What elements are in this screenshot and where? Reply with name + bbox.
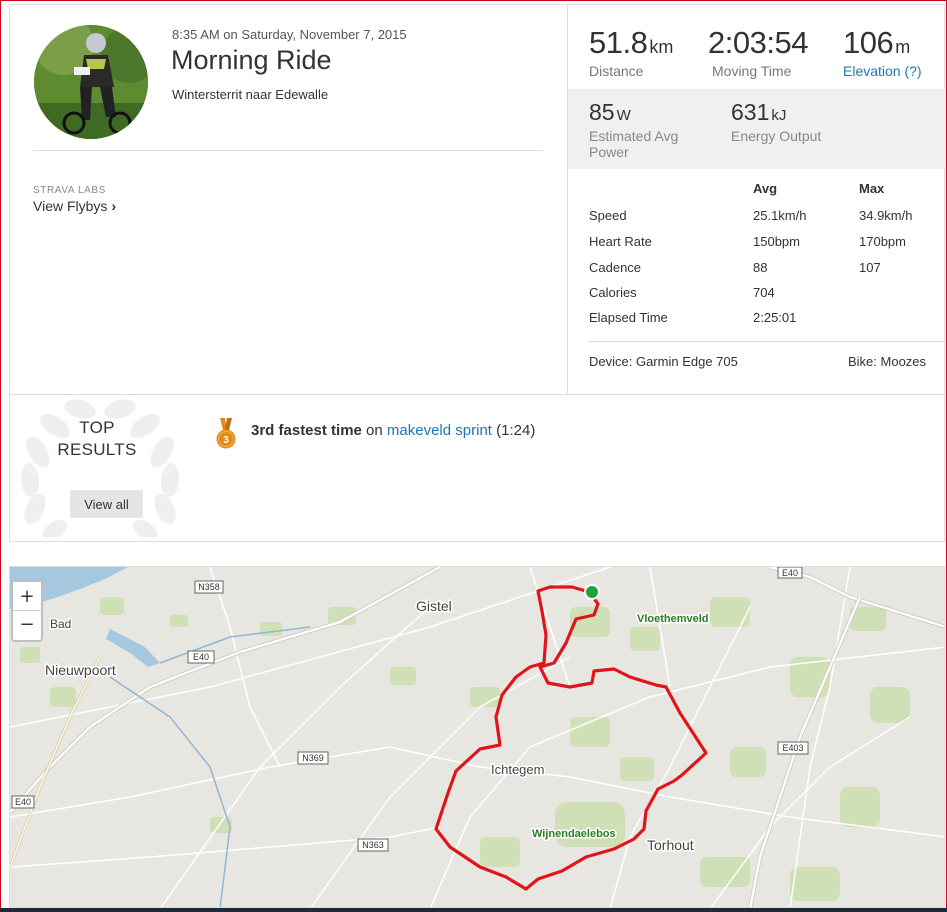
secondary-stats: 85 W Estimated Avg Power 631 kJ Energy Out… (568, 89, 946, 169)
power-unit: W (616, 107, 631, 124)
achievement-on-text: on (366, 422, 383, 439)
distance-label: Distance (589, 63, 644, 79)
forest-label: Vloethemveld (637, 613, 709, 625)
road-label: N369 (302, 753, 324, 763)
map-canvas[interactable]: N358 E40 E40 E40 N369 N363 E403 Gistel N… (10, 567, 945, 908)
device-divider (588, 341, 944, 342)
energy-value: 631 (731, 99, 770, 125)
header-divider (33, 150, 543, 151)
road-label: E40 (15, 797, 31, 807)
power-label: Estimated Avg Power (589, 128, 679, 160)
row-max: 34.9km/h (859, 208, 913, 223)
primary-stats: 51.8 km Distance 2:03:54 Moving Time 106 m… (568, 5, 946, 89)
top-results-title-line2: RESULTS (57, 440, 137, 459)
moving-time-value: 2:03:54 (708, 25, 808, 60)
row-avg: 88 (753, 260, 768, 275)
avg-column-header: Avg (753, 181, 778, 196)
road-label: N363 (362, 840, 384, 850)
table-row: Cadence 88 107 (589, 260, 939, 280)
road-label: E403 (782, 743, 803, 753)
zoom-out-button[interactable]: − (13, 610, 41, 638)
elevation-stat: 106 m Elevation (?) (843, 25, 922, 79)
row-label: Cadence (589, 260, 642, 275)
achievement-line: 3rd fastest time on makeveld sprint (1:2… (251, 422, 535, 439)
top-results-title: TOP RESULTS (44, 417, 150, 461)
chevron-right-icon: › (111, 198, 117, 214)
elevation-value: 106 (843, 25, 894, 60)
distance-stat: 51.8 km Distance (589, 25, 673, 79)
row-label: Calories (589, 285, 637, 300)
table-row: Speed 25.1km/h 34.9km/h (589, 208, 939, 228)
view-flybys-link[interactable]: View Flybys › (33, 198, 116, 214)
energy-label: Energy Output (731, 128, 822, 144)
bronze-medal-icon: 3 (216, 418, 236, 449)
road-label: E40 (782, 568, 798, 578)
table-row: Calories 704 (589, 285, 939, 305)
road-label: N358 (198, 582, 220, 592)
place-label: Bad (50, 617, 71, 631)
zoom-in-button[interactable]: + (13, 582, 41, 610)
road-label: E40 (193, 652, 209, 662)
elevation-help-link[interactable]: Elevation (?) (843, 63, 922, 79)
elevation-unit: m (895, 37, 911, 57)
max-column-header: Max (859, 181, 885, 196)
energy-stat: 631 kJ Energy Output (731, 99, 821, 144)
activity-title: Morning Ride (171, 45, 332, 75)
achievement-rank-text: 3rd fastest time (251, 422, 362, 439)
table-row: Elapsed Time 2:25:01 (589, 310, 939, 330)
device-info: Device: Garmin Edge 705 (589, 354, 738, 369)
moving-time-label: Moving Time (712, 63, 792, 79)
place-label: Ichtegem (491, 762, 544, 777)
power-value: 85 (589, 99, 615, 125)
zoom-control: + − (11, 580, 43, 642)
view-flybys-label: View Flybys (33, 198, 108, 214)
bottom-bar (0, 908, 947, 912)
power-stat: 85 W Estimated Avg Power (589, 99, 689, 160)
moving-time-stat: 2:03:54 Moving Time (708, 25, 808, 79)
place-label: Torhout (647, 837, 694, 853)
segment-time: (1:24) (496, 422, 536, 439)
row-max: 170bpm (859, 234, 906, 249)
distance-unit: km (649, 37, 674, 57)
energy-unit: kJ (771, 107, 787, 124)
bike-info: Bike: Moozes (848, 354, 927, 369)
strava-labs-kicker: STRAVA LABS (33, 185, 106, 196)
forest-label: Wijnendaelebos (532, 828, 616, 840)
row-avg: 150bpm (753, 234, 800, 249)
row-label: Speed (589, 208, 627, 223)
stats-panel: 51.8 km Distance 2:03:54 Moving Time 106 m… (567, 5, 946, 395)
row-avg: 25.1km/h (753, 208, 807, 223)
top-results-title-line1: TOP (79, 418, 115, 437)
segment-link[interactable]: makeveld sprint (387, 422, 492, 439)
place-label: Gistel (416, 598, 452, 614)
medal-rank: 3 (223, 435, 229, 446)
athlete-avatar[interactable] (34, 25, 148, 139)
view-all-results-button[interactable]: View all (70, 490, 143, 518)
row-avg: 704 (753, 285, 775, 300)
table-row: Heart Rate 150bpm 170bpm (589, 234, 939, 254)
activity-datetime: 8:35 AM on Saturday, November 7, 2015 (172, 27, 407, 42)
place-label: Nieuwpoort (45, 662, 116, 678)
row-max: 107 (859, 260, 881, 275)
activity-description: Wintersterrit naar Edewalle (172, 87, 329, 102)
row-label: Heart Rate (589, 234, 652, 249)
row-avg: 2:25:01 (753, 310, 797, 325)
distance-value: 51.8 (589, 25, 648, 60)
row-label: Elapsed Time (589, 310, 668, 325)
route-map[interactable]: N358 E40 E40 E40 N369 N363 E403 Gistel N… (9, 566, 945, 908)
